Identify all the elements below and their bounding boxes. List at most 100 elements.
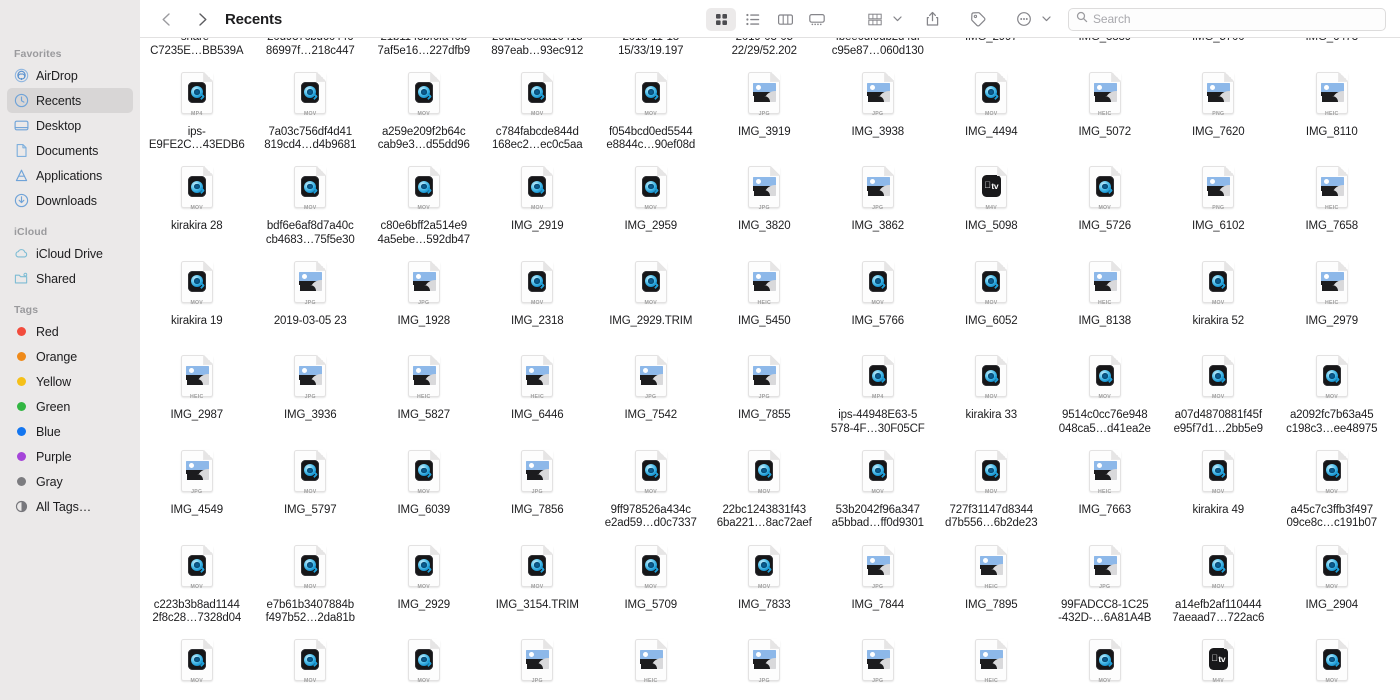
- tag-button[interactable]: [963, 8, 993, 31]
- file-item[interactable]: MOV c223b3b8ad1144 2f8c28…7328d04: [140, 536, 254, 631]
- file-item[interactable]: JPG IMG_7542: [594, 346, 708, 441]
- sidebar-item-recents[interactable]: Recents: [7, 88, 133, 113]
- file-item[interactable]: JPG IMG_1928: [367, 252, 481, 347]
- tab-gallery-view[interactable]: [802, 8, 832, 31]
- file-item[interactable]: JPG 99FADCC8-1C25 -432D-…6A81A4B: [1048, 536, 1162, 631]
- file-item[interactable]: JPG IMG_3938: [821, 63, 935, 158]
- file-grid-scroll[interactable]: MOVshare- C7235E…BB539AMOV20d937cbd6c446…: [140, 38, 1400, 700]
- file-item[interactable]: JPG: [481, 630, 595, 700]
- sidebar-item-purple[interactable]: Purple: [7, 444, 133, 469]
- search-field[interactable]: Search: [1068, 7, 1386, 31]
- file-item[interactable]: MOV kirakira 49: [1162, 441, 1276, 536]
- file-item[interactable]: MOV a259e209f2b64c cab9e3…d55dd96: [367, 63, 481, 158]
- search-input[interactable]: Search: [1093, 12, 1131, 26]
- file-item[interactable]: MOV IMG_5709: [594, 536, 708, 631]
- file-item[interactable]: MOV e7b61b3407884b f497b52…2da81b: [254, 536, 368, 631]
- file-item[interactable]: JPG 2019-03-05 23: [254, 252, 368, 347]
- file-item[interactable]: tv M4V: [1162, 630, 1276, 700]
- file-item[interactable]: PNG IMG_6102: [1162, 157, 1276, 252]
- file-item[interactable]: MOV: [1048, 630, 1162, 700]
- file-item[interactable]: MOV29df280eaa10413 897eab…93ec912: [481, 38, 595, 63]
- file-item[interactable]: MOV IMG_2904: [1275, 536, 1389, 631]
- file-item[interactable]: MOV: [140, 630, 254, 700]
- back-button[interactable]: [154, 7, 178, 31]
- file-item[interactable]: MOV20d937cbd6c446 86997f…218c447: [254, 38, 368, 63]
- file-item[interactable]: JPG: [821, 630, 935, 700]
- file-item[interactable]: MP4 ips- E9FE2C…43EDB6: [140, 63, 254, 158]
- sidebar-item-blue[interactable]: Blue: [7, 419, 133, 444]
- file-item[interactable]: MOV kirakira 28: [140, 157, 254, 252]
- file-item[interactable]: MOV: [1275, 630, 1389, 700]
- file-item[interactable]: MOVfbee6df9db2d4df c95e87…060d130: [821, 38, 935, 63]
- file-item[interactable]: MOV2018-11-18 15/33/19.197: [594, 38, 708, 63]
- file-item[interactable]: HEIC IMG_7895: [935, 536, 1049, 631]
- share-button[interactable]: [917, 8, 947, 31]
- file-item[interactable]: HEIC IMG_5450: [708, 252, 822, 347]
- file-item[interactable]: tv M4V IMG_5098: [935, 157, 1049, 252]
- group-by-button[interactable]: [860, 8, 903, 31]
- file-item[interactable]: JPG IMG_4549: [140, 441, 254, 536]
- file-item[interactable]: MOV IMG_5797: [254, 441, 368, 536]
- file-item[interactable]: MOV 22bc1243831f43 6ba221…8ac72aef: [708, 441, 822, 536]
- file-item[interactable]: HEIC IMG_7663: [1048, 441, 1162, 536]
- file-item[interactable]: HEIC IMG_2987: [140, 346, 254, 441]
- file-item[interactable]: MOV IMG_3154.TRIM: [481, 536, 595, 631]
- file-item[interactable]: JPG IMG_3936: [254, 346, 368, 441]
- file-item[interactable]: JPG IMG_3820: [708, 157, 822, 252]
- file-item[interactable]: MOV a14efb2af110444 7aeaad7…722ac6: [1162, 536, 1276, 631]
- file-item[interactable]: JPG IMG_7855: [708, 346, 822, 441]
- file-item[interactable]: MOV IMG_2959: [594, 157, 708, 252]
- file-item[interactable]: MOVIMG_5700: [1162, 38, 1276, 63]
- file-item[interactable]: JPG IMG_7844: [821, 536, 935, 631]
- file-item[interactable]: JPG IMG_7856: [481, 441, 595, 536]
- file-item[interactable]: MOV a45c7c3ffb3f497 09ce8c…c191b07: [1275, 441, 1389, 536]
- file-item[interactable]: MOV IMG_7833: [708, 536, 822, 631]
- file-item[interactable]: MOV IMG_6039: [367, 441, 481, 536]
- file-item[interactable]: MOVIMG_3839: [1048, 38, 1162, 63]
- file-item[interactable]: MOVIMG_2997: [935, 38, 1049, 63]
- sidebar-item-downloads[interactable]: Downloads: [7, 188, 133, 213]
- sidebar-item-airdrop[interactable]: AirDrop: [7, 63, 133, 88]
- file-item[interactable]: MOV IMG_2929: [367, 536, 481, 631]
- tab-column-view[interactable]: [770, 8, 800, 31]
- file-item[interactable]: HEIC IMG_5827: [367, 346, 481, 441]
- file-item[interactable]: MOV IMG_2919: [481, 157, 595, 252]
- file-item[interactable]: HEIC IMG_8110: [1275, 63, 1389, 158]
- file-item[interactable]: MOV a07d4870881f45f e95f7d1…2bb5e9: [1162, 346, 1276, 441]
- file-item[interactable]: MOV21b1143bf6fa40b 7af5e16…227dfb9: [367, 38, 481, 63]
- vertical-scrollbar[interactable]: [1393, 158, 1398, 338]
- file-item[interactable]: JPG IMG_3862: [821, 157, 935, 252]
- tab-icon-view[interactable]: [706, 7, 736, 31]
- sidebar-item-applications[interactable]: Applications: [7, 163, 133, 188]
- file-item[interactable]: MOV f054bcd0ed5544 e8844c…90ef08d: [594, 63, 708, 158]
- file-item[interactable]: HEIC IMG_2979: [1275, 252, 1389, 347]
- file-item[interactable]: MOV2019-03-05 22/29/52.202: [708, 38, 822, 63]
- file-item[interactable]: MOV c784fabcde844d 168ec2…ec0c5aa: [481, 63, 595, 158]
- file-item[interactable]: MOV 9ff978526a434c e2ad59…d0c7337: [594, 441, 708, 536]
- more-icon[interactable]: [1009, 8, 1039, 31]
- file-item[interactable]: HEIC IMG_8138: [1048, 252, 1162, 347]
- file-item[interactable]: MP4 ips-44948E63-5 578-4F…30F05CF: [821, 346, 935, 441]
- file-item[interactable]: MOV 727f31147d8344 d7b556…6b2de23: [935, 441, 1049, 536]
- file-item[interactable]: MOV a2092fc7b63a45 c198c3…ee48975: [1275, 346, 1389, 441]
- file-item[interactable]: MOV IMG_6052: [935, 252, 1049, 347]
- file-item[interactable]: HEIC IMG_7658: [1275, 157, 1389, 252]
- file-item[interactable]: JPG IMG_3919: [708, 63, 822, 158]
- more-actions-button[interactable]: [1009, 8, 1052, 31]
- file-item[interactable]: JPG: [708, 630, 822, 700]
- sidebar-item-all-tags[interactable]: All Tags…: [7, 494, 133, 519]
- sidebar-item-icloud-drive[interactable]: iCloud Drive: [7, 241, 133, 266]
- file-item[interactable]: MOV bdf6e6af8d7a40c cb4683…75f5e30: [254, 157, 368, 252]
- file-item[interactable]: MOV: [254, 630, 368, 700]
- file-item[interactable]: HEIC IMG_5072: [1048, 63, 1162, 158]
- sidebar-item-gray[interactable]: Gray: [7, 469, 133, 494]
- file-item[interactable]: HEIC IMG_6446: [481, 346, 595, 441]
- tab-list-view[interactable]: [738, 8, 768, 31]
- file-item[interactable]: MOV IMG_2318: [481, 252, 595, 347]
- file-item[interactable]: MOV: [367, 630, 481, 700]
- sidebar-item-shared[interactable]: Shared: [7, 266, 133, 291]
- file-item[interactable]: PNG IMG_7620: [1162, 63, 1276, 158]
- file-item[interactable]: MOV kirakira 52: [1162, 252, 1276, 347]
- sidebar-item-green[interactable]: Green: [7, 394, 133, 419]
- file-item[interactable]: MOV 9514c0cc76e948 048ca5…d41ea2e: [1048, 346, 1162, 441]
